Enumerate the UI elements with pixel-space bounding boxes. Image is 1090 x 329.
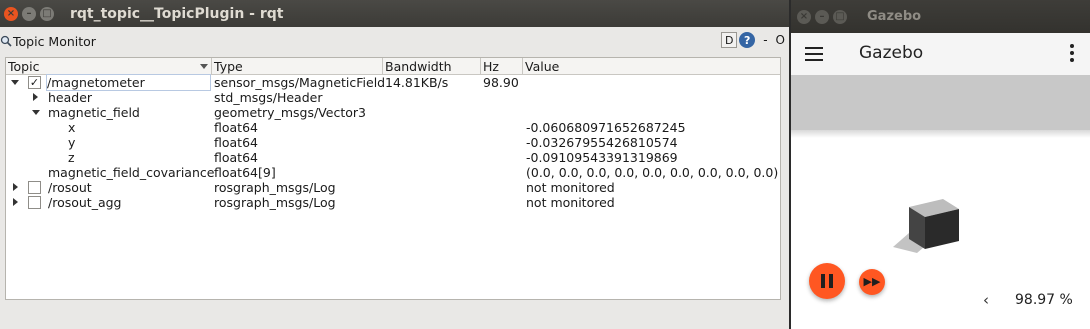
plugin-title: Topic Monitor [13, 33, 96, 49]
field-type: float64[9] [214, 165, 276, 180]
field-name: magnetic_field [48, 105, 140, 120]
topic-value: not monitored [526, 195, 615, 210]
column-header-label: Topic [8, 59, 40, 74]
window-title: Gazebo [867, 9, 922, 24]
app-bar: Gazebo [791, 33, 1090, 75]
field-value: (0.0, 0.0, 0.0, 0.0, 0.0, 0.0, 0.0, 0.0,… [526, 165, 779, 180]
scene-background[interactable] [791, 75, 1090, 135]
maximize-icon[interactable]: □ [833, 9, 847, 24]
table-header: Topic Type Bandwidth Hz Value [6, 58, 780, 75]
topic-type: rosgraph_msgs/Log [214, 195, 336, 210]
minimize-icon[interactable]: – [22, 6, 36, 21]
table-row[interactable]: y float64 -0.03267955426810574 [6, 135, 780, 150]
collapse-arrow-icon[interactable] [13, 198, 18, 206]
table-row[interactable]: /rosout rosgraph_msgs/Log not monitored [6, 180, 780, 195]
gazebo-titlebar: × – □ Gazebo [791, 0, 1090, 33]
column-header-bandwidth[interactable]: Bandwidth [383, 58, 481, 75]
column-header-value[interactable]: Value [523, 58, 780, 75]
d-button[interactable]: D [721, 32, 738, 48]
monitor-checkbox[interactable] [28, 181, 41, 194]
plugin-close-button[interactable]: O [776, 33, 785, 47]
topic-type: rosgraph_msgs/Log [214, 180, 336, 195]
magnifier-icon [0, 35, 12, 47]
field-name: y [68, 135, 76, 150]
column-header-type[interactable]: Type [212, 58, 383, 75]
field-type: float64 [214, 135, 258, 150]
app-title: Gazebo [859, 43, 924, 63]
topic-hz: 98.90 [483, 75, 519, 90]
gazebo-window: × – □ Gazebo Gazebo ▶▶ ‹ 98.97 % [791, 0, 1090, 329]
field-type: geometry_msgs/Vector3 [214, 105, 366, 120]
field-type: float64 [214, 150, 258, 165]
column-header-label: Type [214, 59, 243, 74]
plugin-header: Topic Monitor D ? - O [0, 27, 789, 55]
fast-forward-icon[interactable]: ▶▶ [859, 269, 885, 295]
minimize-icon[interactable]: – [815, 9, 829, 24]
help-icon[interactable]: ? [739, 32, 756, 48]
hamburger-icon[interactable] [805, 47, 823, 61]
field-type: float64 [214, 120, 258, 135]
topic-bandwidth: 14.81KB/s [385, 75, 449, 90]
table-row[interactable]: ✓ /magnetometer sensor_msgs/MagneticFiel… [6, 74, 780, 91]
table-row[interactable]: header std_msgs/Header [6, 90, 780, 105]
monitor-checkbox[interactable]: ✓ [28, 76, 41, 89]
collapse-arrow-icon[interactable] [33, 93, 38, 101]
monitor-checkbox[interactable] [28, 196, 41, 209]
table-row[interactable]: x float64 -0.060680971652687245 [6, 120, 780, 135]
topic-name: /rosout [48, 180, 92, 195]
column-header-label: Hz [483, 59, 499, 74]
column-header-label: Bandwidth [385, 59, 452, 74]
rqt-window: × – □ rqt_topic__TopicPlugin - rqt Topic… [0, 0, 789, 329]
collapse-arrow-icon[interactable] [13, 183, 18, 191]
field-value: -0.060680971652687245 [526, 120, 686, 135]
real-time-factor: 98.97 % [1015, 292, 1073, 308]
topic-value: not monitored [526, 180, 615, 195]
close-icon[interactable]: × [797, 9, 811, 24]
table-row[interactable]: /rosout_agg rosgraph_msgs/Log not monito… [6, 195, 780, 210]
field-name: x [68, 120, 76, 135]
horizon-band [791, 130, 1090, 138]
topic-name: /rosout_agg [48, 195, 122, 210]
pause-icon [829, 274, 833, 288]
field-name: magnetic_field_covariance [48, 165, 215, 180]
pause-icon [821, 274, 825, 288]
table-row[interactable]: magnetic_field_covariance float64[9] (0.… [6, 165, 780, 180]
pause-button[interactable] [809, 263, 845, 299]
rqt-titlebar: × – □ rqt_topic__TopicPlugin - rqt [0, 0, 789, 27]
field-type: std_msgs/Header [214, 90, 323, 105]
topic-name: /magnetometer [46, 74, 211, 91]
expand-arrow-icon[interactable] [11, 80, 19, 85]
plugin-minimize-button[interactable]: - [763, 33, 767, 47]
close-icon[interactable]: × [4, 6, 18, 21]
column-header-label: Value [525, 59, 560, 74]
field-name: header [48, 90, 93, 105]
kebab-icon[interactable] [1070, 44, 1074, 65]
field-name: z [68, 150, 75, 165]
field-value: -0.03267955426810574 [526, 135, 678, 150]
table-row[interactable]: magnetic_field geometry_msgs/Vector3 [6, 105, 780, 120]
topic-table[interactable]: Topic Type Bandwidth Hz Value ✓ /magneto… [5, 57, 781, 300]
table-row[interactable]: z float64 -0.09109543391319869 [6, 150, 780, 165]
topic-type: sensor_msgs/MagneticField [214, 75, 386, 90]
box-model[interactable] [891, 195, 971, 257]
expand-arrow-icon[interactable] [32, 110, 40, 115]
column-header-hz[interactable]: Hz [481, 58, 523, 75]
window-title: rqt_topic__TopicPlugin - rqt [70, 5, 284, 22]
maximize-icon[interactable]: □ [40, 6, 54, 21]
sort-indicator-icon [200, 64, 208, 69]
column-header-topic[interactable]: Topic [6, 58, 212, 75]
field-value: -0.09109543391319869 [526, 150, 678, 165]
chevron-left-icon[interactable]: ‹ [983, 291, 989, 309]
